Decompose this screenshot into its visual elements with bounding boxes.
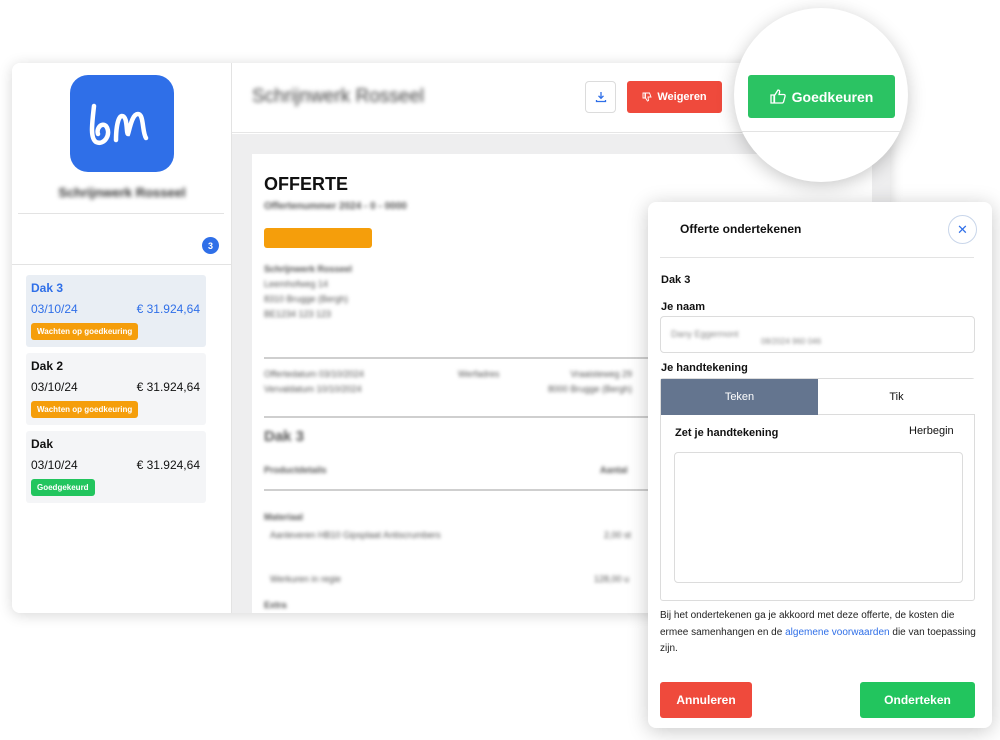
close-icon: ✕ [957,221,968,237]
quote-card-dak-2[interactable]: Dak 2 03/10/24 € 31.924,64 Wachten op go… [26,353,206,425]
document-heading: OFFERTE [264,174,348,194]
client-city: 8000 Brugge (Bergh) [548,384,633,394]
col-product: Productdetails [264,465,327,475]
signature-pad[interactable] [674,452,963,583]
document-status-pill [264,228,372,248]
consent-text: Bij het ondertekenen ga je akkoord met d… [660,608,978,658]
tab-teken[interactable]: Teken [661,379,818,415]
close-button[interactable]: ✕ [948,215,977,244]
quote-number: Offertenummer 2024 - 0 - 0000 [264,201,407,212]
divider [734,131,908,132]
dialog-title: Offerte ondertekenen [680,222,802,236]
name-value: Dany Eggermont [671,329,739,339]
divider [18,213,224,214]
client-street: Vraaisteweg 29 [570,369,633,379]
offer-date: Offertedatum 03/10/2024 [264,369,364,379]
quote-amount: € 31.924,64 [136,380,200,394]
restart-link[interactable]: Herbegin [909,425,954,437]
reject-label: Weigeren [657,91,707,103]
sign-button[interactable]: Onderteken [860,682,975,718]
quote-card-dak[interactable]: Dak 03/10/24 € 31.924,64 Goedgekeurd [26,431,206,503]
divider [12,264,232,265]
terms-link[interactable]: algemene voorwaarden [785,627,890,638]
company-address: Schrijnwerk Rosseel Leemhofweg 14 8310 B… [264,262,352,322]
zoom-callout: Goedkeuren [734,8,908,182]
bm-logo-icon [89,103,149,145]
status-badge: Wachten op goedkeuring [31,401,139,418]
quote-title: Dak 3 [31,281,64,295]
pad-label: Zet je handtekening [675,427,779,439]
name-field[interactable]: Dany Eggermont 08/2024 960 046 [660,316,975,353]
sign-dialog: Offerte ondertekenen ✕ Dak 3 Je naam Dan… [648,202,992,728]
quote-amount: € 31.924,64 [136,458,200,472]
page-title: Schrijnwerk Rosseel [252,86,425,107]
address-line: BE1234 123 123 [264,309,332,319]
group-title: Extra [264,600,287,610]
name-sub: 08/2024 960 046 [761,337,822,346]
item-qty: 2,00 st [604,530,632,540]
col-qty: Aantal [600,465,628,475]
group-title: Materiaal [264,512,304,522]
page: Schrijnwerk Rosseel 3 Dak 3 03/10/24 € 3… [0,0,1000,740]
client-label: Werfadres [458,369,500,379]
tab-tik[interactable]: Tik [818,379,975,415]
signature-label: Je handtekening [661,362,748,374]
approve-label: Goedkeuren [791,88,874,105]
quote-name: Dak 3 [661,274,691,286]
quote-date: 03/10/24 [31,458,78,472]
address-line: 8310 Brugge (Bergh) [264,294,349,304]
client-address: Vraaisteweg 29 8000 Brugge (Bergh) [548,367,632,397]
item-name: Aanleveren HB10 Gipsplaat Antiscrumbers [270,530,441,540]
status-badge: Goedgekeurd [31,479,95,496]
sidebar: Schrijnwerk Rosseel 3 Dak 3 03/10/24 € 3… [12,63,232,613]
reject-button[interactable]: Weigeren [627,81,722,113]
quote-date: 03/10/24 [31,380,78,394]
download-icon [595,92,606,103]
name-label: Je naam [661,301,706,313]
divider [660,257,974,258]
download-button[interactable] [585,81,616,113]
signature-box: Teken Tik Zet je handtekening Herbegin [660,378,975,601]
dates-block: Offertedatum 03/10/2024 Vervaldatum 10/1… [264,367,364,397]
cancel-button[interactable]: Annuleren [660,682,752,718]
thumbs-up-icon [769,89,786,104]
count-badge: 3 [202,237,219,254]
thumbs-down-icon [642,92,652,102]
quote-card-dak-3[interactable]: Dak 3 03/10/24 € 31.924,64 Wachten op go… [26,275,206,347]
status-badge: Wachten op goedkeuring [31,323,139,340]
expiry-date: Vervaldatum 10/10/2024 [264,384,362,394]
quote-title: Dak [31,437,54,451]
quote-date: 03/10/24 [31,302,78,316]
company-name: Schrijnwerk Rosseel [58,185,186,200]
item-qty: 128,00 u [594,574,630,584]
section-title: Dak 3 [264,428,305,445]
address-line: Leemhofweg 14 [264,279,329,289]
item-name: Werkuren in regie [270,574,341,584]
company: Schrijnwerk Rosseel [264,264,353,274]
approve-button[interactable]: Goedkeuren [748,75,895,118]
quote-amount: € 31.924,64 [136,302,200,316]
company-logo [70,75,174,172]
quote-title: Dak 2 [31,359,64,373]
